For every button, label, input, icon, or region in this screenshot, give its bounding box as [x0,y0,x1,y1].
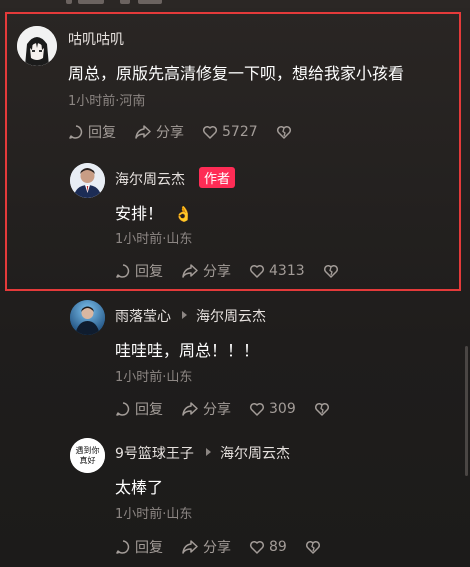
reply-button[interactable]: 回复 [115,261,163,281]
comment-text: 周总，原版先高清修复一下呗，想给我家小孩看 [68,64,405,83]
like-button[interactable]: 309 [249,401,296,417]
dislike-button[interactable] [314,401,334,417]
highlight-box [5,12,461,291]
share-button[interactable]: 分享 [181,537,231,557]
reply-icon [69,125,83,139]
reply-label: 回复 [88,125,116,141]
heart-icon [249,540,265,554]
comment-actions: 回复 分享 89 [115,537,343,557]
comment-text: 安排！ 👌 [115,200,193,224]
svg-text:真好: 真好 [80,455,96,465]
person-avatar-icon [70,300,105,335]
comment-meta: 1小时前·山东 [115,507,193,522]
broken-heart-icon [305,540,320,554]
reply-icon [116,264,130,278]
author-badge: 作者 [199,167,236,188]
reply-icon [116,402,130,416]
comment-text: 太棒了 [115,478,164,497]
broken-heart-icon [323,264,338,278]
avatar[interactable]: 遇到你 真好 [70,438,105,473]
reply-label: 回复 [135,540,163,556]
like-count: 4313 [269,263,305,279]
share-icon [135,125,151,139]
scrollbar[interactable] [465,346,468,476]
share-button[interactable]: 分享 [181,261,231,281]
comment-text-body: 安排！ [115,204,164,223]
share-button[interactable]: 分享 [181,399,231,419]
comment-actions: 回复 分享 5727 [68,122,314,142]
comment-username[interactable]: 海尔周云杰 [115,169,185,189]
like-button[interactable]: 5727 [202,124,258,140]
broken-heart-icon [314,402,329,416]
share-label: 分享 [203,264,231,280]
comment-meta: 1小时前·河南 [68,94,146,109]
like-count: 89 [269,539,287,555]
reply-button[interactable]: 回复 [115,537,163,557]
comment-actions: 回复 分享 4313 [115,261,361,281]
comment-username[interactable]: 9号篮球王子 [115,443,194,463]
like-count: 5727 [222,124,258,140]
avatar[interactable] [70,300,105,335]
share-label: 分享 [203,402,231,418]
reply-label: 回复 [135,264,163,280]
comment-username[interactable]: 雨落莹心 [115,306,171,326]
share-icon [182,540,198,554]
like-button[interactable]: 89 [249,539,287,555]
reply-to-username[interactable]: 海尔周云杰 [220,443,290,463]
svg-text:遇到你: 遇到你 [76,445,100,455]
ok-hand-emoji: 👌 [174,205,193,223]
heart-icon [249,402,265,416]
share-label: 分享 [156,125,184,141]
avatar[interactable] [70,163,105,198]
reply-button[interactable]: 回复 [68,122,116,142]
reply-icon [116,540,130,554]
broken-heart-icon [276,125,291,139]
text-avatar-icon: 遇到你 真好 [70,438,105,473]
anime-avatar-icon [17,26,57,66]
share-button[interactable]: 分享 [134,122,184,142]
comment-meta: 1小时前·山东 [115,232,193,247]
reply-arrow-icon [206,448,211,456]
comment-meta: 1小时前·山东 [115,370,193,385]
share-label: 分享 [203,540,231,556]
heart-icon [249,264,265,278]
share-icon [182,402,198,416]
reply-to-username[interactable]: 海尔周云杰 [196,306,266,326]
dislike-button[interactable] [276,124,296,140]
dislike-button[interactable] [323,263,343,279]
comments-panel: 咕叽咕叽 周总，原版先高清修复一下呗，想给我家小孩看 1小时前·河南 回复 分享… [0,0,470,567]
previous-content-sliver [0,0,470,8]
share-icon [182,264,198,278]
like-count: 309 [269,401,296,417]
comment-username[interactable]: 咕叽咕叽 [68,29,124,49]
comment-actions: 回复 分享 309 [115,399,352,419]
comment-text: 哇哇哇，周总！！！ [115,341,260,360]
avatar[interactable] [17,26,57,66]
reply-button[interactable]: 回复 [115,399,163,419]
dislike-button[interactable] [305,539,325,555]
person-avatar-icon [70,163,105,198]
reply-arrow-icon [182,311,187,319]
like-button[interactable]: 4313 [249,263,305,279]
heart-icon [202,125,218,139]
reply-label: 回复 [135,402,163,418]
